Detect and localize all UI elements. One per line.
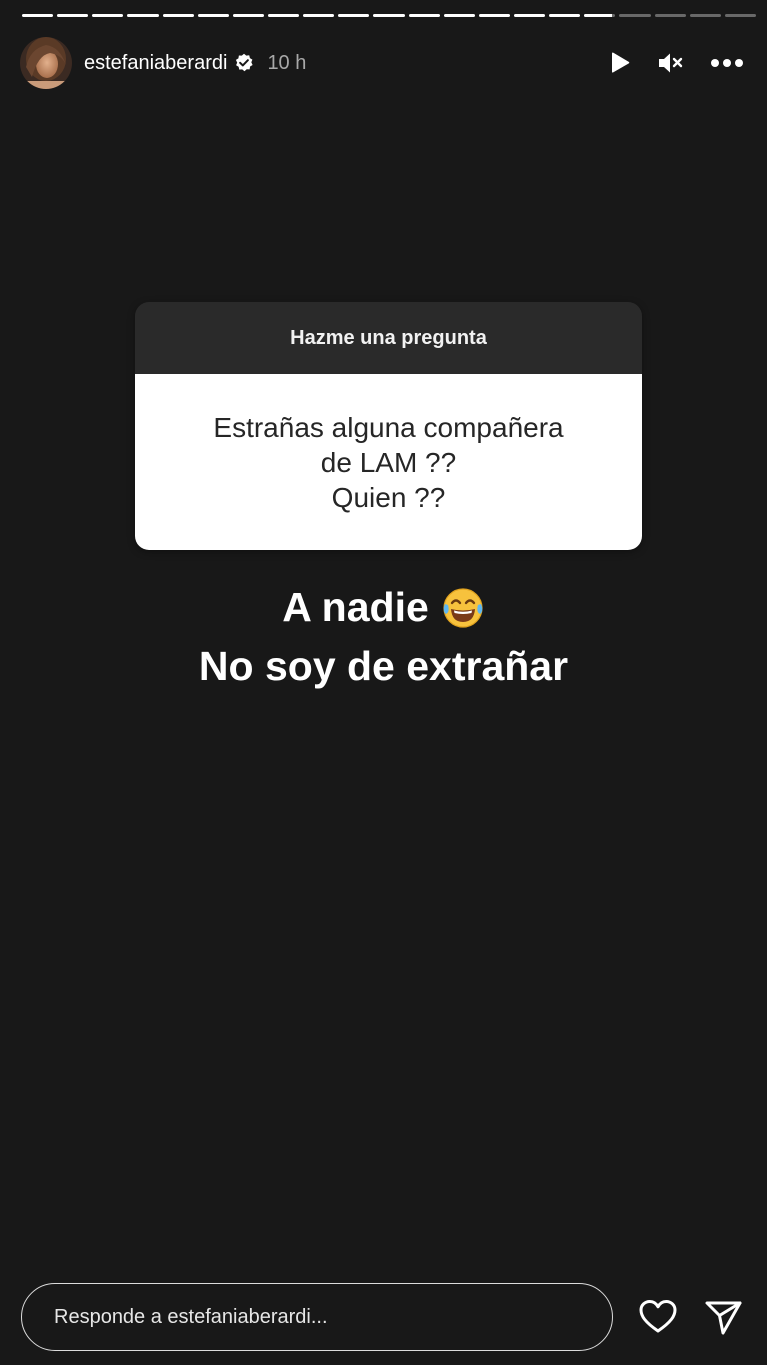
send-icon xyxy=(705,1301,742,1335)
progress-segment xyxy=(443,14,475,17)
progress-segment-fill xyxy=(127,14,159,17)
progress-segment-fill xyxy=(408,14,440,17)
progress-segment xyxy=(549,14,581,17)
tears-of-joy-emoji-icon xyxy=(441,586,485,630)
progress-segment xyxy=(22,14,54,17)
progress-segment-fill xyxy=(22,14,54,17)
progress-segment-fill xyxy=(443,14,475,17)
progress-segment-fill xyxy=(303,14,335,17)
progress-segment-fill xyxy=(232,14,264,17)
progress-segment xyxy=(584,14,616,17)
progress-segment xyxy=(303,14,335,17)
progress-segment-fill xyxy=(338,14,370,17)
question-sticker-title: Hazme una pregunta xyxy=(135,302,642,374)
play-icon xyxy=(612,52,630,73)
progress-segment xyxy=(619,14,651,17)
progress-segment xyxy=(654,14,686,17)
progress-segment xyxy=(373,14,405,17)
story-header: estefaniaberardi 10 h xyxy=(20,36,747,90)
progress-segment-fill xyxy=(584,14,613,17)
progress-segment-fill xyxy=(92,14,124,17)
share-button[interactable] xyxy=(702,1296,744,1338)
answer-line-2: No soy de extrañar xyxy=(198,643,569,689)
mute-button[interactable] xyxy=(651,43,691,83)
progress-segment-fill xyxy=(162,14,194,17)
progress-segment xyxy=(127,14,159,17)
question-sticker[interactable]: Hazme una pregunta Estrañas alguna compa… xyxy=(135,302,642,550)
muted-speaker-icon xyxy=(659,53,683,73)
username[interactable]: estefaniaberardi xyxy=(84,52,227,75)
progress-segment-fill xyxy=(478,14,510,17)
progress-segment-fill xyxy=(197,14,229,17)
progress-segment xyxy=(197,14,229,17)
post-time: 10 h xyxy=(267,51,307,74)
play-button[interactable] xyxy=(599,43,639,83)
progress-segment-fill xyxy=(57,14,89,17)
reply-input[interactable]: Responde a estefaniaberardi... xyxy=(21,1283,613,1351)
progress-segment xyxy=(162,14,194,17)
progress-segment-fill xyxy=(549,14,581,17)
progress-segment-fill xyxy=(513,14,546,17)
like-button[interactable] xyxy=(637,1296,679,1338)
progress-segment xyxy=(338,14,370,17)
progress-segment xyxy=(689,14,721,17)
header-actions xyxy=(599,43,747,83)
reply-placeholder: Responde a estefaniaberardi... xyxy=(54,1305,328,1328)
progress-segment-fill xyxy=(267,14,300,17)
answer-line-1: A nadie xyxy=(0,578,767,637)
progress-segment xyxy=(724,14,756,17)
answer-line-1-text: A nadie xyxy=(282,584,429,630)
more-options-button[interactable] xyxy=(707,43,747,83)
progress-segment xyxy=(513,14,546,17)
progress-segment xyxy=(57,14,89,17)
more-options-icon xyxy=(711,59,743,67)
progress-segment xyxy=(232,14,264,17)
avatar[interactable] xyxy=(20,37,72,89)
verified-badge-icon xyxy=(234,53,254,73)
story-progress-bar xyxy=(22,14,756,17)
progress-segment xyxy=(408,14,440,17)
progress-segment xyxy=(478,14,510,17)
progress-segment-fill xyxy=(373,14,405,17)
progress-segment xyxy=(92,14,124,17)
story-viewer[interactable]: estefaniaberardi 10 h Hazme una pregunta… xyxy=(0,0,767,1365)
heart-icon xyxy=(639,1300,677,1333)
answer-text-block: A nadie No soy de extrañar xyxy=(0,578,767,696)
question-sticker-body: Estrañas alguna compañera de LAM ?? Quie… xyxy=(135,374,642,550)
progress-segment xyxy=(267,14,300,17)
question-text: Estrañas alguna compañera de LAM ?? Quie… xyxy=(213,411,564,513)
